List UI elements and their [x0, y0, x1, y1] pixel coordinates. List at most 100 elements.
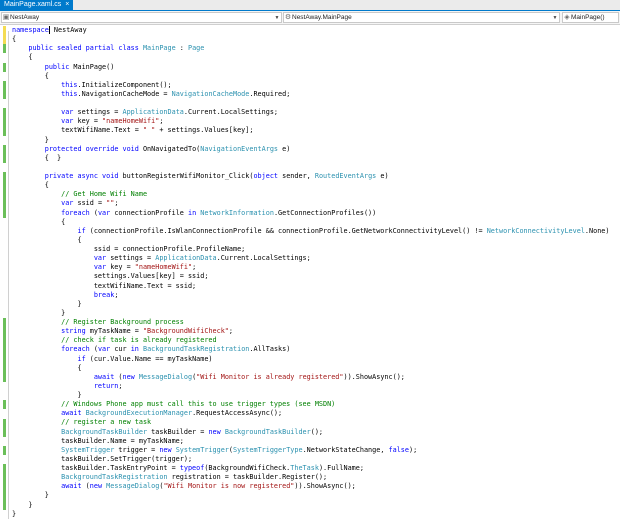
- code-line[interactable]: }: [12, 300, 609, 309]
- code-line[interactable]: public sealed partial class MainPage : P…: [12, 44, 609, 53]
- class-icon: ⚙: [284, 13, 292, 21]
- code-token: ssid = connectionProfile.ProfileName;: [12, 245, 246, 253]
- code-line[interactable]: this.InitializeComponent();: [12, 81, 609, 90]
- code-token: {: [12, 217, 66, 226]
- code-token: (: [81, 482, 90, 491]
- code-line[interactable]: textWifiName.Text = " " + settings.Value…: [12, 126, 609, 135]
- keyword-token: var: [97, 345, 111, 354]
- chevron-down-icon: ▼: [274, 14, 280, 21]
- code-line[interactable]: {: [12, 181, 609, 190]
- code-token: }: [12, 391, 82, 399]
- code-line[interactable]: // Windows Phone app must call this to u…: [12, 400, 609, 409]
- code-line[interactable]: this.NavigationCacheMode = NavigationCac…: [12, 90, 609, 99]
- code-line[interactable]: }: [12, 501, 609, 510]
- code-token: key =: [106, 263, 135, 272]
- keyword-token: in: [130, 345, 139, 354]
- code-token: key =: [73, 117, 103, 126]
- code-line[interactable]: if (cur.Value.Name == myTaskName): [12, 355, 609, 364]
- code-line[interactable]: settings.Values[key] = ssid;: [12, 272, 609, 281]
- code-line[interactable]: }: [12, 510, 609, 519]
- code-token: {: [12, 71, 49, 80]
- code-editor[interactable]: namespace NestAway{ public sealed partia…: [0, 25, 620, 527]
- code-line[interactable]: string myTaskName = "BackgroundWifiCheck…: [12, 327, 609, 336]
- member-dropdown[interactable]: ◈ MainPage(): [562, 12, 619, 23]
- code-token: {: [12, 35, 17, 44]
- code-line[interactable]: namespace NestAway: [12, 26, 609, 35]
- code-line[interactable]: { }: [12, 154, 609, 163]
- code-token: (cur.Value.Name == myTaskName): [85, 354, 213, 363]
- code-token: }: [12, 491, 49, 500]
- code-line[interactable]: taskBuilder.SetTrigger(trigger);: [12, 455, 609, 464]
- code-line[interactable]: textWifiName.Text = ssid;: [12, 282, 609, 291]
- type-dropdown[interactable]: ⚙ NestAway.MainPage ▼: [283, 12, 560, 23]
- code-line[interactable]: return;: [12, 382, 609, 391]
- code-line[interactable]: ssid = connectionProfile.ProfileName;: [12, 245, 609, 254]
- code-line[interactable]: {: [12, 53, 609, 62]
- code-token: + settings.Values[key];: [155, 126, 254, 135]
- code-line[interactable]: private async void buttonRegisterWifiMon…: [12, 172, 609, 181]
- code-line[interactable]: // Register Background process: [12, 318, 609, 327]
- code-line[interactable]: {: [12, 236, 609, 245]
- code-token: )).ShowAsync();: [294, 482, 356, 491]
- code-line[interactable]: await (new MessageDialog("Wifi Monitor i…: [12, 373, 609, 382]
- code-line[interactable]: {: [12, 35, 609, 44]
- code-line[interactable]: protected override void OnNavigatedTo(Na…: [12, 145, 609, 154]
- code-line[interactable]: var key = "nameHomeWifi";: [12, 263, 609, 272]
- code-token: ();: [310, 427, 324, 436]
- code-token: (: [89, 345, 98, 354]
- code-line[interactable]: await BackgroundExecutionManager.Request…: [12, 409, 609, 418]
- code-line[interactable]: BackgroundTaskBuilder taskBuilder = new …: [12, 428, 609, 437]
- code-line[interactable]: // register a new task: [12, 418, 609, 427]
- code-line[interactable]: taskBuilder.TaskEntryPoint = typeof(Back…: [12, 464, 609, 473]
- code-token: .Current.LocalSettings;: [216, 254, 311, 263]
- type-dropdown-value: NestAway.MainPage: [292, 13, 352, 21]
- change-margin: [0, 25, 12, 527]
- code-line[interactable]: }: [12, 136, 609, 145]
- comment-token: // register a new task: [61, 418, 152, 427]
- code-token: ;: [159, 117, 164, 126]
- code-line[interactable]: // check if task is already registered: [12, 336, 609, 345]
- code-line[interactable]: var settings = ApplicationData.Current.L…: [12, 108, 609, 117]
- code-text[interactable]: namespace NestAway{ public sealed partia…: [12, 26, 609, 519]
- code-line[interactable]: // Get Home Wifi Name: [12, 190, 609, 199]
- code-token: e): [376, 172, 389, 180]
- code-line[interactable]: foreach (var cur in BackgroundTaskRegist…: [12, 345, 609, 354]
- code-line[interactable]: BackgroundTaskRegistration registration …: [12, 473, 609, 482]
- string-token: "nameHomeWifi": [134, 263, 193, 272]
- type-token: BackgroundTaskBuilder: [224, 427, 311, 436]
- close-tab-icon[interactable]: ×: [65, 0, 69, 10]
- code-line[interactable]: {: [12, 218, 609, 227]
- code-line[interactable]: var settings = ApplicationData.Current.L…: [12, 254, 609, 263]
- code-line[interactable]: if (connectionProfile.IsWlanConnectionPr…: [12, 227, 609, 236]
- code-line[interactable]: taskBuilder.Name = myTaskName;: [12, 437, 609, 446]
- code-line[interactable]: SystemTrigger trigger = new SystemTrigge…: [12, 446, 609, 455]
- code-line[interactable]: foreach (var connectionProfile in Networ…: [12, 209, 609, 218]
- code-line[interactable]: }: [12, 309, 609, 318]
- code-line[interactable]: ​: [12, 99, 609, 108]
- code-line[interactable]: break;: [12, 291, 609, 300]
- project-dropdown[interactable]: ▣ NestAway ▼: [1, 12, 282, 23]
- code-line[interactable]: {: [12, 364, 609, 373]
- keyword-token: if: [77, 226, 86, 235]
- string-token: "Wifi Monitor is now registered": [163, 482, 295, 491]
- code-line[interactable]: var key = "nameHomeWifi";: [12, 117, 609, 126]
- code-line[interactable]: ​: [12, 163, 609, 172]
- code-line[interactable]: }: [12, 391, 609, 400]
- code-line[interactable]: await (new MessageDialog("Wifi Monitor i…: [12, 482, 609, 491]
- code-line[interactable]: public MainPage(): [12, 63, 609, 72]
- code-line[interactable]: var ssid = "";: [12, 199, 609, 208]
- saved-change-marker: [3, 491, 6, 510]
- type-token: BackgroundTaskRegistration: [61, 473, 168, 482]
- keyword-token: await: [61, 409, 82, 418]
- document-tab[interactable]: MainPage.xaml.cs ×: [0, 0, 74, 10]
- type-token: NavigationEventArgs: [200, 144, 279, 153]
- string-token: "nameHomeWifi": [102, 117, 160, 126]
- code-line[interactable]: {: [12, 72, 609, 81]
- saved-change-marker: [3, 418, 6, 437]
- code-line[interactable]: }: [12, 491, 609, 500]
- member-dropdown-value: MainPage(): [571, 13, 605, 21]
